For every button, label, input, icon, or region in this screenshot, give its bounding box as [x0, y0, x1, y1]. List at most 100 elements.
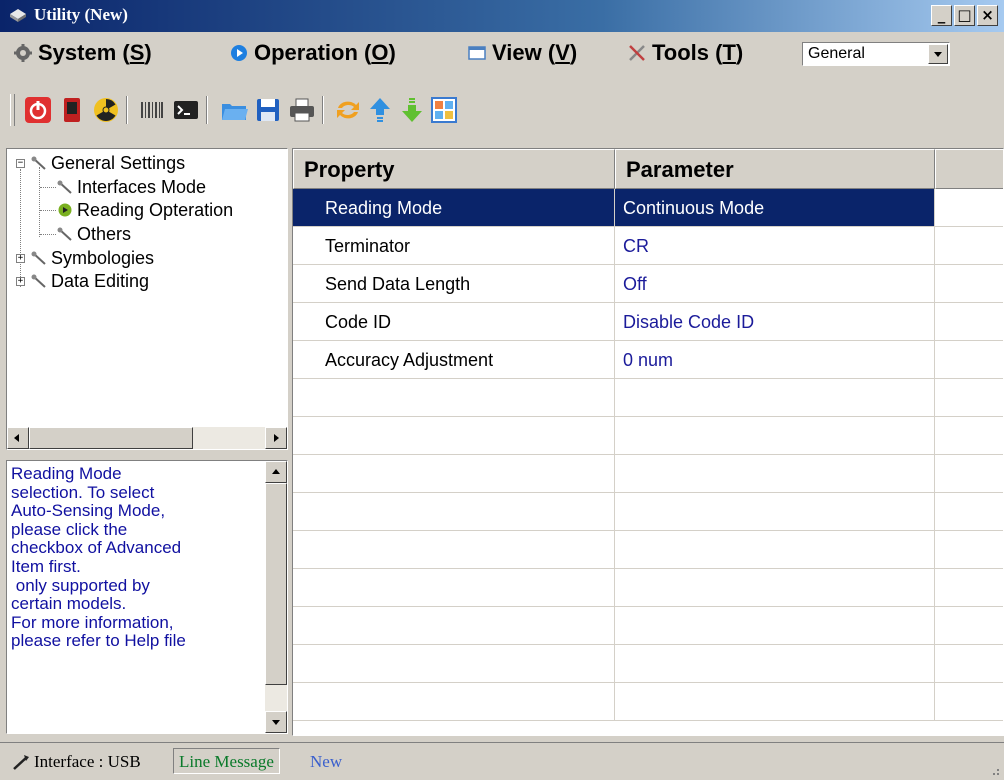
toolbar-separator	[206, 96, 208, 124]
maximize-button[interactable]: □	[954, 5, 975, 26]
profile-select-value: General	[808, 45, 865, 62]
open-folder-icon[interactable]	[220, 96, 248, 124]
resize-grip-icon[interactable]	[988, 764, 1000, 776]
upload-icon[interactable]	[366, 96, 394, 124]
cell-parameter[interactable]: Continuous Mode	[615, 189, 935, 227]
toolbar	[0, 86, 1004, 134]
table-row[interactable]: Accuracy Adjustment 0 num	[293, 341, 1003, 379]
scroll-up-icon[interactable]	[265, 461, 287, 483]
window-title: Utility (New)	[34, 5, 128, 24]
toolbar-separator	[126, 96, 128, 124]
table-row[interactable]: Code ID Disable Code ID	[293, 303, 1003, 341]
menu-tools[interactable]: Tools (T)	[628, 40, 743, 66]
column-header-empty	[935, 149, 1003, 189]
wrench-icon	[31, 251, 46, 265]
status-bar: Interface : USB Line Message New	[0, 742, 1004, 780]
barcode-icon[interactable]	[138, 96, 166, 124]
refresh-icon[interactable]	[334, 96, 362, 124]
status-state: New	[310, 752, 343, 771]
tree-item-general-settings[interactable]: General Settings	[31, 153, 185, 173]
tree-expander-data-editing[interactable]: +	[16, 277, 25, 286]
tree-item-others[interactable]: Others	[57, 224, 131, 244]
tree-horizontal-scrollbar[interactable]	[7, 427, 287, 449]
cell-property: Terminator	[293, 227, 615, 265]
column-header-property[interactable]: Property	[293, 149, 615, 189]
tree-line	[20, 169, 21, 287]
cell-parameter[interactable]: Off	[615, 265, 935, 303]
table-row[interactable]: Reading Mode Continuous Mode	[293, 189, 1003, 227]
menu-system[interactable]: System (S)	[14, 40, 152, 66]
empty-row	[293, 607, 1003, 645]
scroll-thumb[interactable]	[29, 427, 193, 449]
window-icon	[468, 46, 486, 60]
play-circle-icon	[231, 45, 247, 61]
close-button[interactable]: ×	[977, 5, 998, 26]
print-icon[interactable]	[288, 96, 316, 124]
description-vertical-scrollbar[interactable]	[265, 461, 287, 733]
tree-line	[39, 167, 40, 237]
empty-row	[293, 531, 1003, 569]
cell-empty	[935, 265, 1003, 303]
status-message: Line Message	[173, 748, 280, 774]
scroll-right-icon[interactable]	[265, 427, 287, 449]
tree-expander-symbologies[interactable]: +	[16, 254, 25, 263]
power-icon[interactable]	[24, 96, 52, 124]
cell-property: Reading Mode	[293, 189, 615, 227]
wrench-icon	[31, 156, 46, 170]
profile-select[interactable]: General	[802, 42, 950, 66]
minimize-button[interactable]: _	[931, 5, 952, 26]
tree-item-data-editing[interactable]: Data Editing	[31, 271, 149, 291]
wrench-icon	[57, 180, 72, 194]
empty-row	[293, 645, 1003, 683]
cell-parameter[interactable]: Disable Code ID	[615, 303, 935, 341]
title-bar[interactable]: Utility (New) _ □ ×	[0, 0, 1004, 32]
chevron-down-icon[interactable]	[928, 44, 948, 64]
download-icon[interactable]	[398, 96, 426, 124]
description-text: Reading Mode selection. To select Auto-S…	[11, 464, 186, 651]
layout-icon[interactable]	[430, 96, 458, 124]
empty-row	[293, 569, 1003, 607]
radiation-icon[interactable]	[92, 96, 120, 124]
property-grid: Property Parameter Reading Mode Continuo…	[292, 148, 1004, 736]
app-icon	[10, 9, 26, 22]
wrench-icon	[31, 274, 46, 288]
terminal-icon[interactable]	[172, 96, 200, 124]
device-icon[interactable]	[58, 96, 86, 124]
tree-line	[40, 187, 56, 188]
column-header-parameter[interactable]: Parameter	[615, 149, 935, 189]
tree-line	[40, 234, 56, 235]
wrench-icon	[57, 227, 72, 241]
tree-item-symbologies[interactable]: Symbologies	[31, 248, 154, 268]
save-icon[interactable]	[254, 96, 282, 124]
settings-tree[interactable]: − General Settings Interfaces Mode Readi…	[6, 148, 288, 450]
cell-empty	[935, 341, 1003, 379]
scroll-left-icon[interactable]	[7, 427, 29, 449]
status-interface: Interface : USB	[34, 752, 141, 771]
scanner-icon	[13, 755, 29, 770]
play-circle-icon	[58, 203, 72, 217]
table-row[interactable]: Send Data Length Off	[293, 265, 1003, 303]
tree-item-interfaces-mode[interactable]: Interfaces Mode	[57, 177, 206, 197]
scroll-thumb[interactable]	[265, 483, 287, 685]
cell-property: Code ID	[293, 303, 615, 341]
grid-header: Property Parameter	[293, 149, 1003, 189]
empty-row	[293, 455, 1003, 493]
toolbar-grip[interactable]	[10, 94, 15, 126]
description-panel: Reading Mode selection. To select Auto-S…	[6, 460, 288, 734]
cell-empty	[935, 189, 1003, 227]
cell-empty	[935, 227, 1003, 265]
scroll-down-icon[interactable]	[265, 711, 287, 733]
empty-row	[293, 417, 1003, 455]
gear-icon	[14, 44, 32, 62]
cell-parameter[interactable]: CR	[615, 227, 935, 265]
tree-line	[40, 210, 56, 211]
tree-item-reading-operation[interactable]: Reading Opteration	[57, 200, 233, 220]
menu-operation[interactable]: Operation (O)	[230, 40, 396, 66]
cell-property: Accuracy Adjustment	[293, 341, 615, 379]
cell-property: Send Data Length	[293, 265, 615, 303]
tools-icon	[629, 45, 645, 61]
cell-parameter[interactable]: 0 num	[615, 341, 935, 379]
table-row[interactable]: Terminator CR	[293, 227, 1003, 265]
tree-expander-general[interactable]: −	[16, 159, 25, 168]
menu-view[interactable]: View (V)	[468, 40, 577, 66]
